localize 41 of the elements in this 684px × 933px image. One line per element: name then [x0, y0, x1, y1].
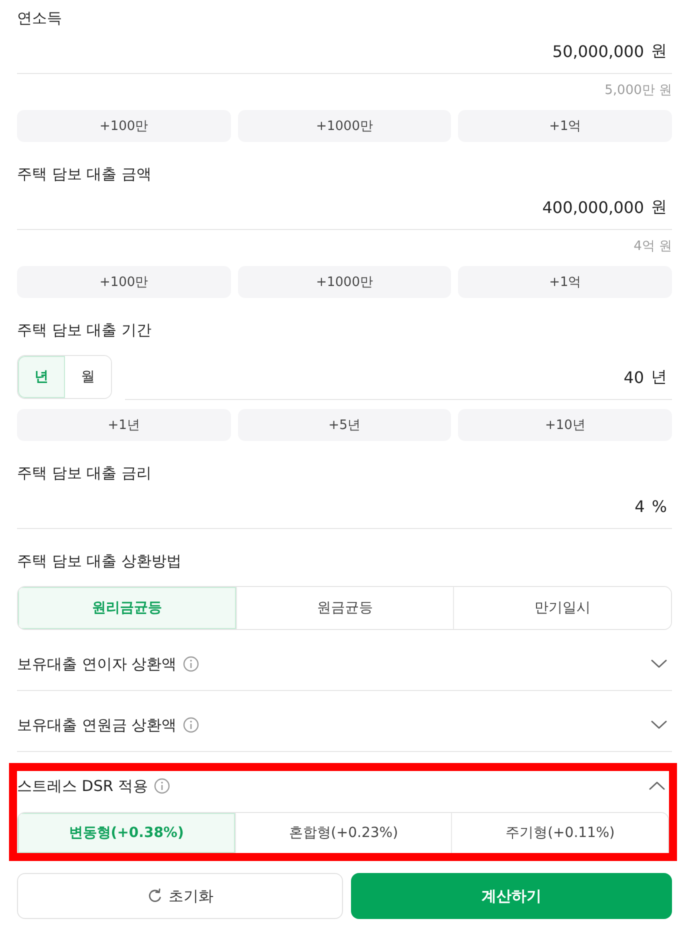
quick-add-button[interactable]: +100만 — [17, 266, 231, 298]
accordion-title[interactable]: 보유대출 연이자 상환액 — [17, 650, 177, 678]
unit-label: % — [652, 496, 667, 516]
input-field[interactable]: 4 % — [17, 484, 672, 529]
accordion-title[interactable]: 보유대출 연원금 상환액 — [17, 711, 177, 739]
input-field[interactable]: 40 년 — [125, 355, 672, 400]
info-icon[interactable] — [182, 656, 199, 672]
input-field[interactable]: 400,000,000 원 — [17, 185, 672, 230]
info-icon[interactable] — [182, 717, 199, 733]
chevron-down-icon[interactable] — [651, 659, 667, 669]
unit-label: 년 — [651, 366, 667, 388]
field-value: 4 — [634, 496, 645, 516]
quick-add-button[interactable]: +5년 — [238, 409, 452, 441]
quick-add-button[interactable]: +1년 — [17, 409, 231, 441]
quick-add-button[interactable]: +1억 — [458, 110, 672, 142]
info-icon[interactable] — [154, 778, 170, 794]
reset-button[interactable]: 초기화 — [17, 873, 343, 919]
unit-label: 원 — [651, 40, 667, 62]
field-label: 주택 담보 대출 금리 — [17, 463, 152, 484]
chevron-up-icon[interactable] — [649, 781, 665, 791]
field-label: 주택 담보 대출 금액 — [17, 164, 152, 185]
quick-add-button[interactable]: +1억 — [458, 266, 672, 298]
accordion-title[interactable]: 스트레스 DSR 적용 — [17, 774, 148, 798]
field-value: 40 — [624, 368, 644, 386]
field-value: 400,000,000 — [542, 198, 644, 216]
field-label: 주택 담보 대출 상환방법 — [17, 551, 182, 572]
input-field[interactable]: 50,000,000 원 — [17, 29, 672, 74]
field-label: 연소득 — [17, 8, 63, 29]
quick-add-button[interactable]: +1000만 — [238, 110, 452, 142]
unit-label: 원 — [651, 196, 667, 218]
field-value: 50,000,000 — [552, 42, 644, 60]
amount-hint: 5,000만 원 — [604, 82, 672, 100]
quick-add-button[interactable]: +1000만 — [238, 266, 452, 298]
chevron-down-icon[interactable] — [651, 720, 667, 730]
option-tab[interactable]: 만기일시 — [453, 587, 671, 629]
field-label: 주택 담보 대출 기간 — [17, 320, 152, 341]
refresh-icon — [146, 888, 162, 904]
quick-add-button[interactable]: +10년 — [458, 409, 672, 441]
amount-hint: 4억 원 — [632, 238, 672, 256]
option-tab[interactable]: 주기형(+0.11%) — [451, 813, 668, 853]
quick-add-button[interactable]: +100만 — [17, 110, 231, 142]
